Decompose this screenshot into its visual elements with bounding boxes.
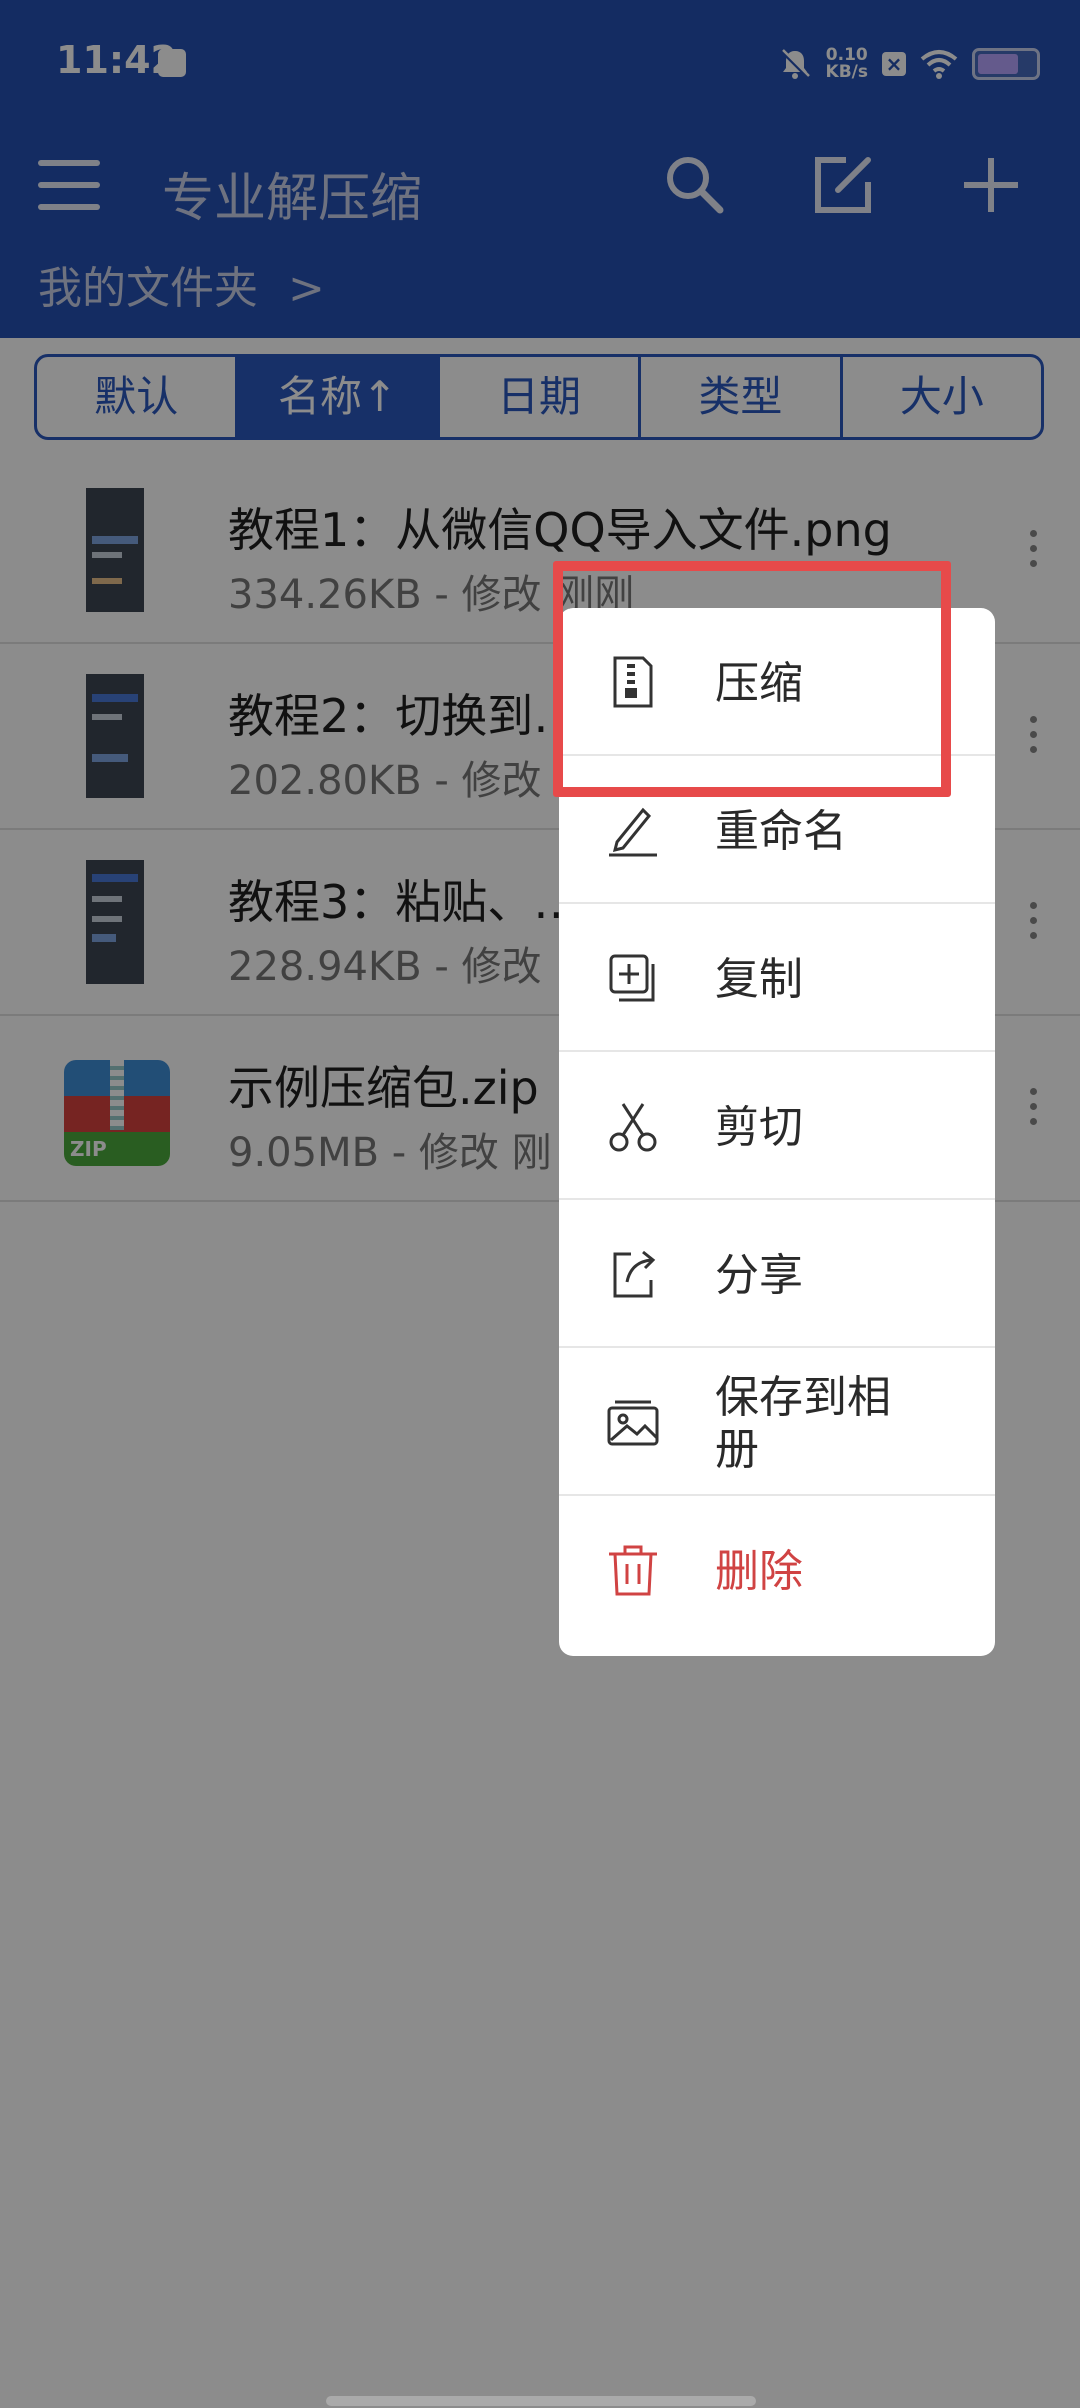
menu-label: 重命名: [715, 806, 847, 857]
menu-item-copy[interactable]: 复制: [559, 904, 995, 1052]
menu-item-share[interactable]: 分享: [559, 1200, 995, 1348]
rename-pen-icon: [609, 807, 657, 857]
menu-label: 保存到相册: [715, 1372, 891, 1475]
menu-label: 复制: [715, 954, 803, 1005]
menu-item-save-to-album[interactable]: 保存到相册: [559, 1348, 995, 1496]
menu-label: 剪切: [715, 1102, 803, 1153]
menu-item-cut[interactable]: 剪切: [559, 1052, 995, 1200]
menu-item-delete[interactable]: 删除: [559, 1496, 995, 1644]
menu-label: 分享: [715, 1250, 803, 1301]
trash-icon: [609, 1545, 657, 1596]
menu-label: 删除: [715, 1546, 803, 1597]
highlight-box: [553, 561, 951, 797]
save-to-album-icon: [607, 1400, 659, 1446]
home-indicator[interactable]: [326, 2396, 756, 2406]
scissors-icon: [609, 1103, 657, 1152]
copy-icon: [609, 954, 655, 1002]
share-icon: [613, 1250, 656, 1298]
